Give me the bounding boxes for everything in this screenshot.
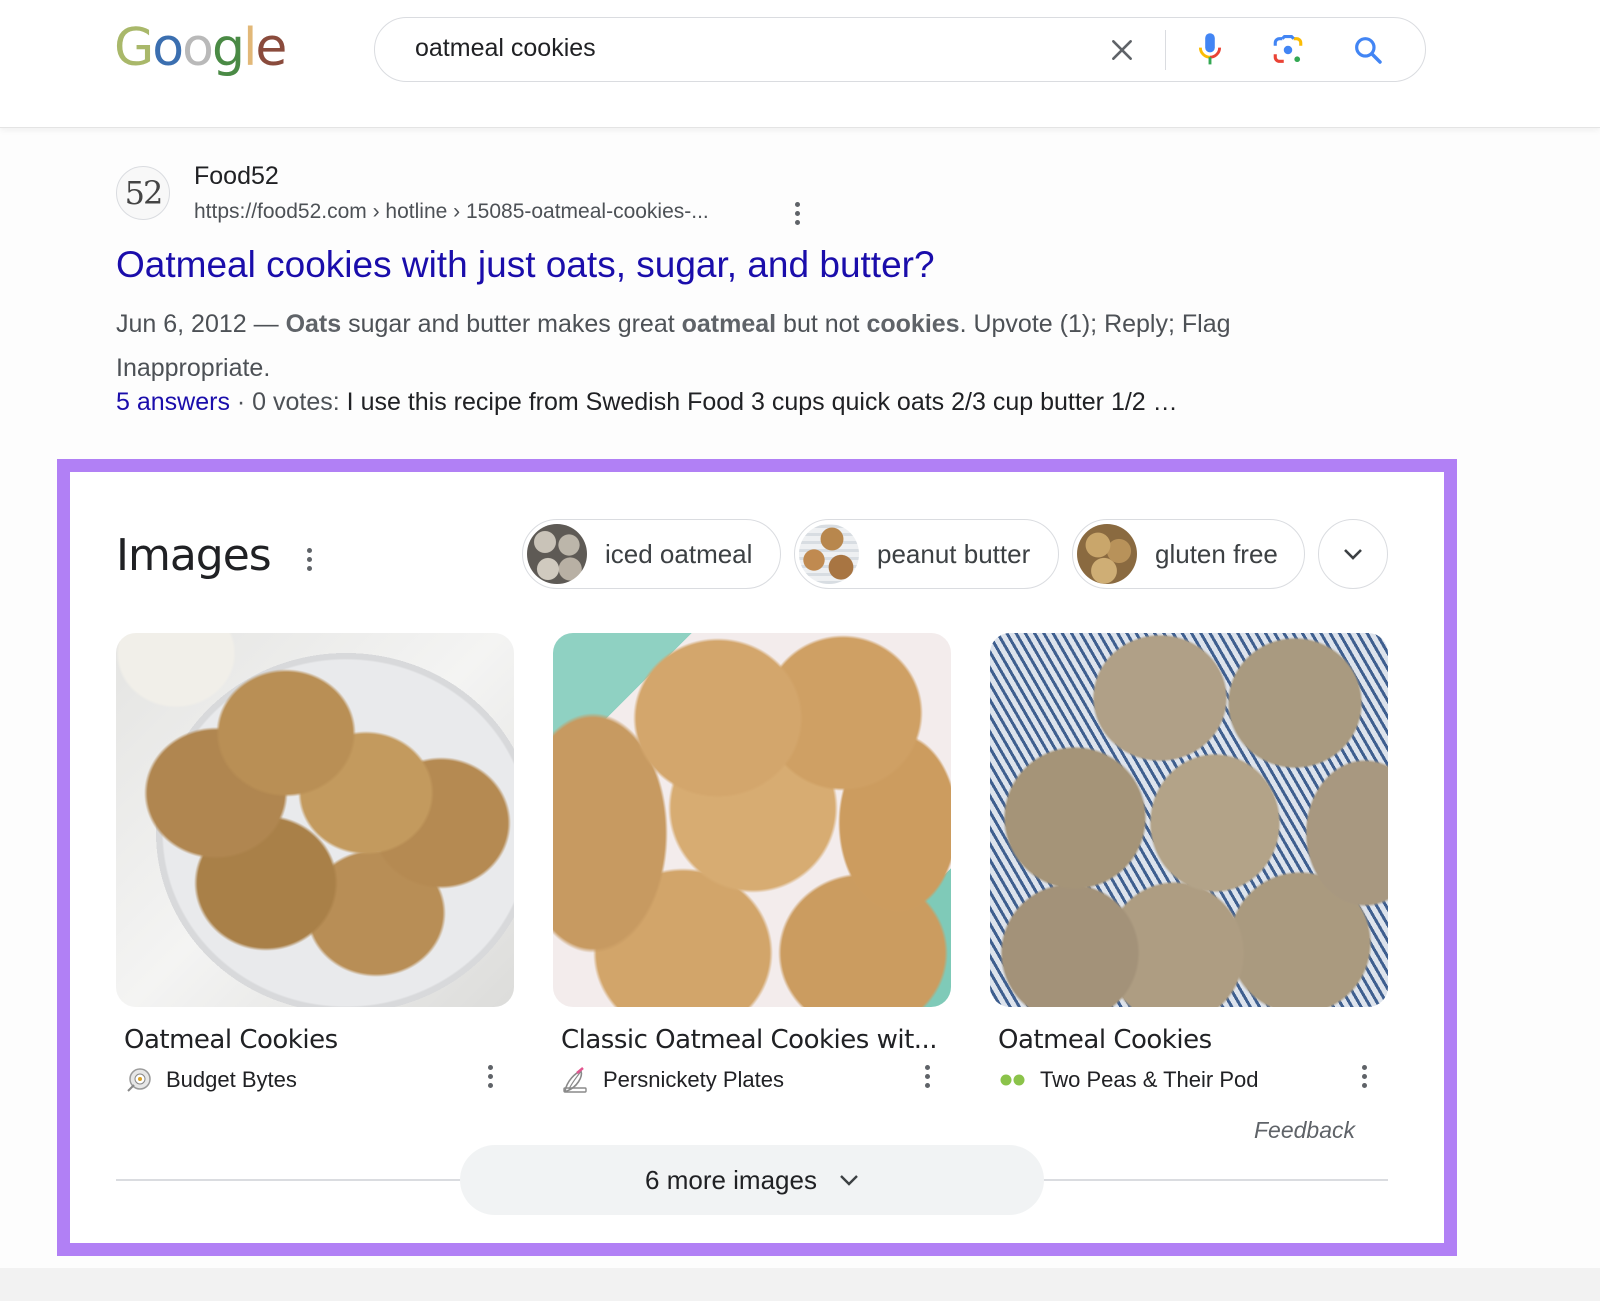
result-snippet: Jun 6, 2012 — Oats sugar and butter make… xyxy=(116,302,1296,390)
image-card: Oatmeal Cookies Budget Bytes xyxy=(116,633,514,1093)
chevron-down-icon xyxy=(1344,549,1362,560)
logo-letter: o xyxy=(152,18,184,78)
logo-letter: e xyxy=(255,18,287,78)
image-card: Oatmeal Cookies Two Peas & Their Pod xyxy=(990,633,1388,1093)
chip-label: iced oatmeal xyxy=(605,538,753,569)
search-box xyxy=(374,17,1426,82)
chip-label: gluten free xyxy=(1155,538,1278,569)
logo-letter: G xyxy=(114,18,154,78)
search-divider xyxy=(1165,30,1166,70)
site-favicon: 52 xyxy=(116,166,170,220)
chip-thumbnail xyxy=(1077,524,1137,584)
site-url[interactable]: https://food52.com › hotline › 15085-oat… xyxy=(194,200,709,224)
image-options-button[interactable] xyxy=(480,1065,500,1088)
result-title-link[interactable]: Oatmeal cookies with just oats, sugar, a… xyxy=(116,244,935,286)
more-vert-icon xyxy=(487,1065,493,1070)
image-source-name[interactable]: Budget Bytes xyxy=(166,1067,297,1093)
chip-iced-oatmeal[interactable]: iced oatmeal xyxy=(522,519,781,589)
more-images-button[interactable]: 6 more images xyxy=(460,1145,1044,1215)
votes-text: · 0 votes: xyxy=(229,388,347,416)
chip-thumbnail xyxy=(799,524,859,584)
budget-bytes-logo-icon xyxy=(124,1067,154,1093)
lens-search-button[interactable] xyxy=(1271,33,1305,67)
image-title[interactable]: Oatmeal Cookies xyxy=(998,1025,1388,1055)
voice-search-button[interactable] xyxy=(1193,33,1227,67)
image-source: Two Peas & Their Pod xyxy=(998,1065,1388,1093)
header: Google xyxy=(0,0,1600,128)
feedback-link[interactable]: Feedback xyxy=(1254,1117,1355,1144)
magnifier-icon xyxy=(1355,37,1382,64)
chip-label: peanut butter xyxy=(877,538,1031,569)
logo-letter: g xyxy=(211,18,245,78)
microphone-icon xyxy=(1198,33,1222,65)
more-vert-icon xyxy=(306,548,312,553)
snippet-bold: oatmeal xyxy=(681,310,777,338)
logo-letter: o xyxy=(182,18,214,78)
google-logo[interactable]: Google xyxy=(114,18,287,78)
page-bottom-strip xyxy=(0,1268,1600,1301)
more-vert-icon xyxy=(1361,1065,1367,1070)
chip-thumbnail xyxy=(527,524,587,584)
two-peas-logo-icon xyxy=(998,1067,1028,1093)
snippet-bold: Oats xyxy=(285,310,342,338)
image-source-name[interactable]: Persnickety Plates xyxy=(603,1067,784,1093)
close-icon xyxy=(1112,40,1132,60)
chip-peanut-butter[interactable]: peanut butter xyxy=(794,519,1059,589)
more-chips-button[interactable] xyxy=(1318,519,1388,589)
whisk-logo-icon xyxy=(561,1067,591,1093)
site-name[interactable]: Food52 xyxy=(194,162,279,191)
answers-line: 5 answers · 0 votes: I use this recipe f… xyxy=(116,388,1178,417)
answers-link[interactable]: 5 answers xyxy=(116,388,230,416)
search-button[interactable] xyxy=(1351,33,1385,67)
camera-lens-icon xyxy=(1273,34,1303,63)
image-source: Persnickety Plates xyxy=(561,1065,951,1093)
image-source-name[interactable]: Two Peas & Their Pod xyxy=(1040,1067,1259,1093)
answer-preview: I use this recipe from Swedish Food 3 cu… xyxy=(346,388,1178,416)
image-thumbnail[interactable] xyxy=(553,633,951,1007)
snippet-bold: cookies xyxy=(866,310,960,338)
logo-letter: l xyxy=(242,18,258,78)
snippet-date: Jun 6, 2012 — xyxy=(116,310,286,338)
image-options-button[interactable] xyxy=(917,1065,937,1088)
images-options-button[interactable] xyxy=(299,548,319,571)
image-card: Classic Oatmeal Cookies wit... Persnicke… xyxy=(553,633,951,1093)
image-thumbnail[interactable] xyxy=(990,633,1388,1007)
image-title[interactable]: Classic Oatmeal Cookies wit... xyxy=(561,1025,951,1055)
snippet-text: but not xyxy=(776,310,867,338)
image-source: Budget Bytes xyxy=(124,1065,514,1093)
result-options-button[interactable] xyxy=(787,202,807,225)
more-vert-icon xyxy=(794,202,800,207)
clear-search-button[interactable] xyxy=(1105,33,1139,67)
image-options-button[interactable] xyxy=(1354,1065,1374,1088)
search-input[interactable] xyxy=(415,34,1055,63)
chip-gluten-free[interactable]: gluten free xyxy=(1072,519,1305,589)
snippet-text: sugar and butter makes great xyxy=(341,310,682,338)
images-section-title: Images xyxy=(116,530,272,581)
chevron-down-icon xyxy=(840,1175,858,1186)
image-thumbnail[interactable] xyxy=(116,633,514,1007)
image-title[interactable]: Oatmeal Cookies xyxy=(124,1025,514,1055)
more-images-label: 6 more images xyxy=(645,1164,817,1195)
more-vert-icon xyxy=(924,1065,930,1070)
